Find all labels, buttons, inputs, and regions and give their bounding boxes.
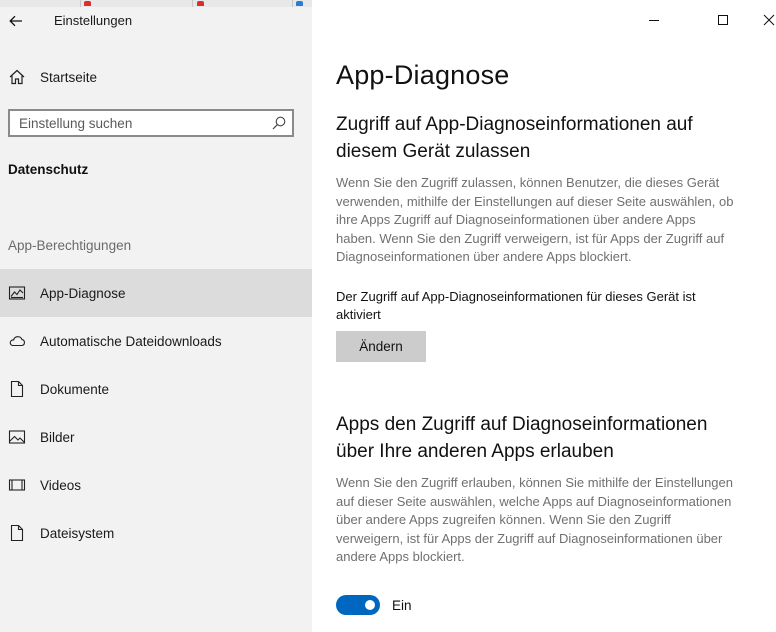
sidebar-item-label: Dokumente [40,381,110,397]
toggle-state-label: Ein [392,598,412,613]
maximize-icon [718,15,728,25]
sidebar-category-heading: Datenschutz [8,162,89,177]
sidebar-item-label: App-Diagnose [40,285,126,301]
settings-search-box[interactable] [8,109,294,137]
description-line: verweigern, ist für Apps der Zugriff auf… [336,530,723,546]
description-line: Wenn Sie den Zugriff erlauben, können Si… [336,475,733,490]
back-arrow-icon [9,15,22,27]
file-system-icon [10,524,24,542]
sidebar-item-home[interactable]: Startseite [0,53,312,101]
sidebar-item-pictures[interactable]: Bilder [0,413,312,461]
window-title: Einstellungen [54,13,133,28]
close-icon [763,14,775,26]
sidebar-item-label: Bilder [40,429,75,445]
description-line: auf dieser Seite auswählen, welche Apps … [336,493,732,509]
diagnostics-icon [8,286,26,300]
description-line: ihre Apps Zugriff auf Diagnoseinformatio… [336,212,696,227]
minimize-button[interactable] [634,0,674,40]
sidebar-item-label: Dateisystem [40,525,115,541]
description-line: verwenden, mithilfe der Einstellungen au… [336,193,734,209]
search-icon[interactable] [271,115,287,131]
sidebar-item-label: Videos [40,477,82,493]
description-line: Wenn Sie den Zugriff zulassen, können Be… [336,175,720,190]
section2-heading-line: Apps den Zugriff auf Diagnoseinformation… [336,414,708,435]
sidebar-item-label: Automatische Dateidownloads [40,333,222,349]
search-input[interactable] [19,114,259,132]
app-diagnostics-toggle[interactable] [336,595,380,615]
status-line: Der Zugriff auf App-Diagnoseinformatione… [336,289,696,304]
document-icon [10,380,24,398]
sidebar-item-file-system[interactable]: Dateisystem [0,509,312,557]
sidebar-item-videos[interactable]: Videos [0,461,312,509]
section2-heading-line: über Ihre anderen Apps erlauben [336,441,614,462]
sidebar-group-heading: App-Berechtigungen [8,238,132,253]
sidebar-home-label: Startseite [40,69,98,85]
picture-icon [8,430,26,444]
title-bar: Einstellungen [0,0,312,44]
section2-description: Wenn Sie den Zugriff erlauben, können Si… [336,474,760,567]
minimize-icon [649,20,659,21]
section1-heading-line: diesem Gerät zulassen [336,141,531,162]
section1-description: Wenn Sie den Zugriff zulassen, können Be… [336,174,760,267]
sidebar-item-app-diagnose[interactable]: App-Diagnose [0,269,312,317]
section1-heading-line: Zugriff auf App-Diagnoseinformationen au… [336,114,693,135]
change-button[interactable]: Ändern [336,331,426,362]
access-status-text: Der Zugriff auf App-Diagnoseinformatione… [336,288,756,324]
description-line: haben. Wenn Sie den Zugriff verweigern, … [336,230,725,246]
film-icon [8,479,26,491]
close-button[interactable] [749,0,776,40]
sidebar-item-documents[interactable]: Dokumente [0,365,312,413]
cloud-icon [9,336,25,347]
section1-heading: Zugriff auf App-Diagnoseinformationen au… [336,111,756,165]
maximize-button[interactable] [703,0,743,40]
page-title: App-Diagnose [336,60,510,90]
section2-heading: Apps den Zugriff auf Diagnoseinformation… [336,411,756,465]
status-line: aktiviert [336,307,381,322]
toggle-knob [365,600,375,610]
description-line: Diagnoseinformationen über andere Apps b… [336,249,632,264]
sidebar-item-automatic-downloads[interactable]: Automatische Dateidownloads [0,317,312,365]
home-icon [9,69,25,85]
description-line: über andere Apps zugreifen können. Wenn … [336,512,671,527]
description-line: andere Apps blockiert. [336,549,465,564]
back-button[interactable] [0,4,32,38]
